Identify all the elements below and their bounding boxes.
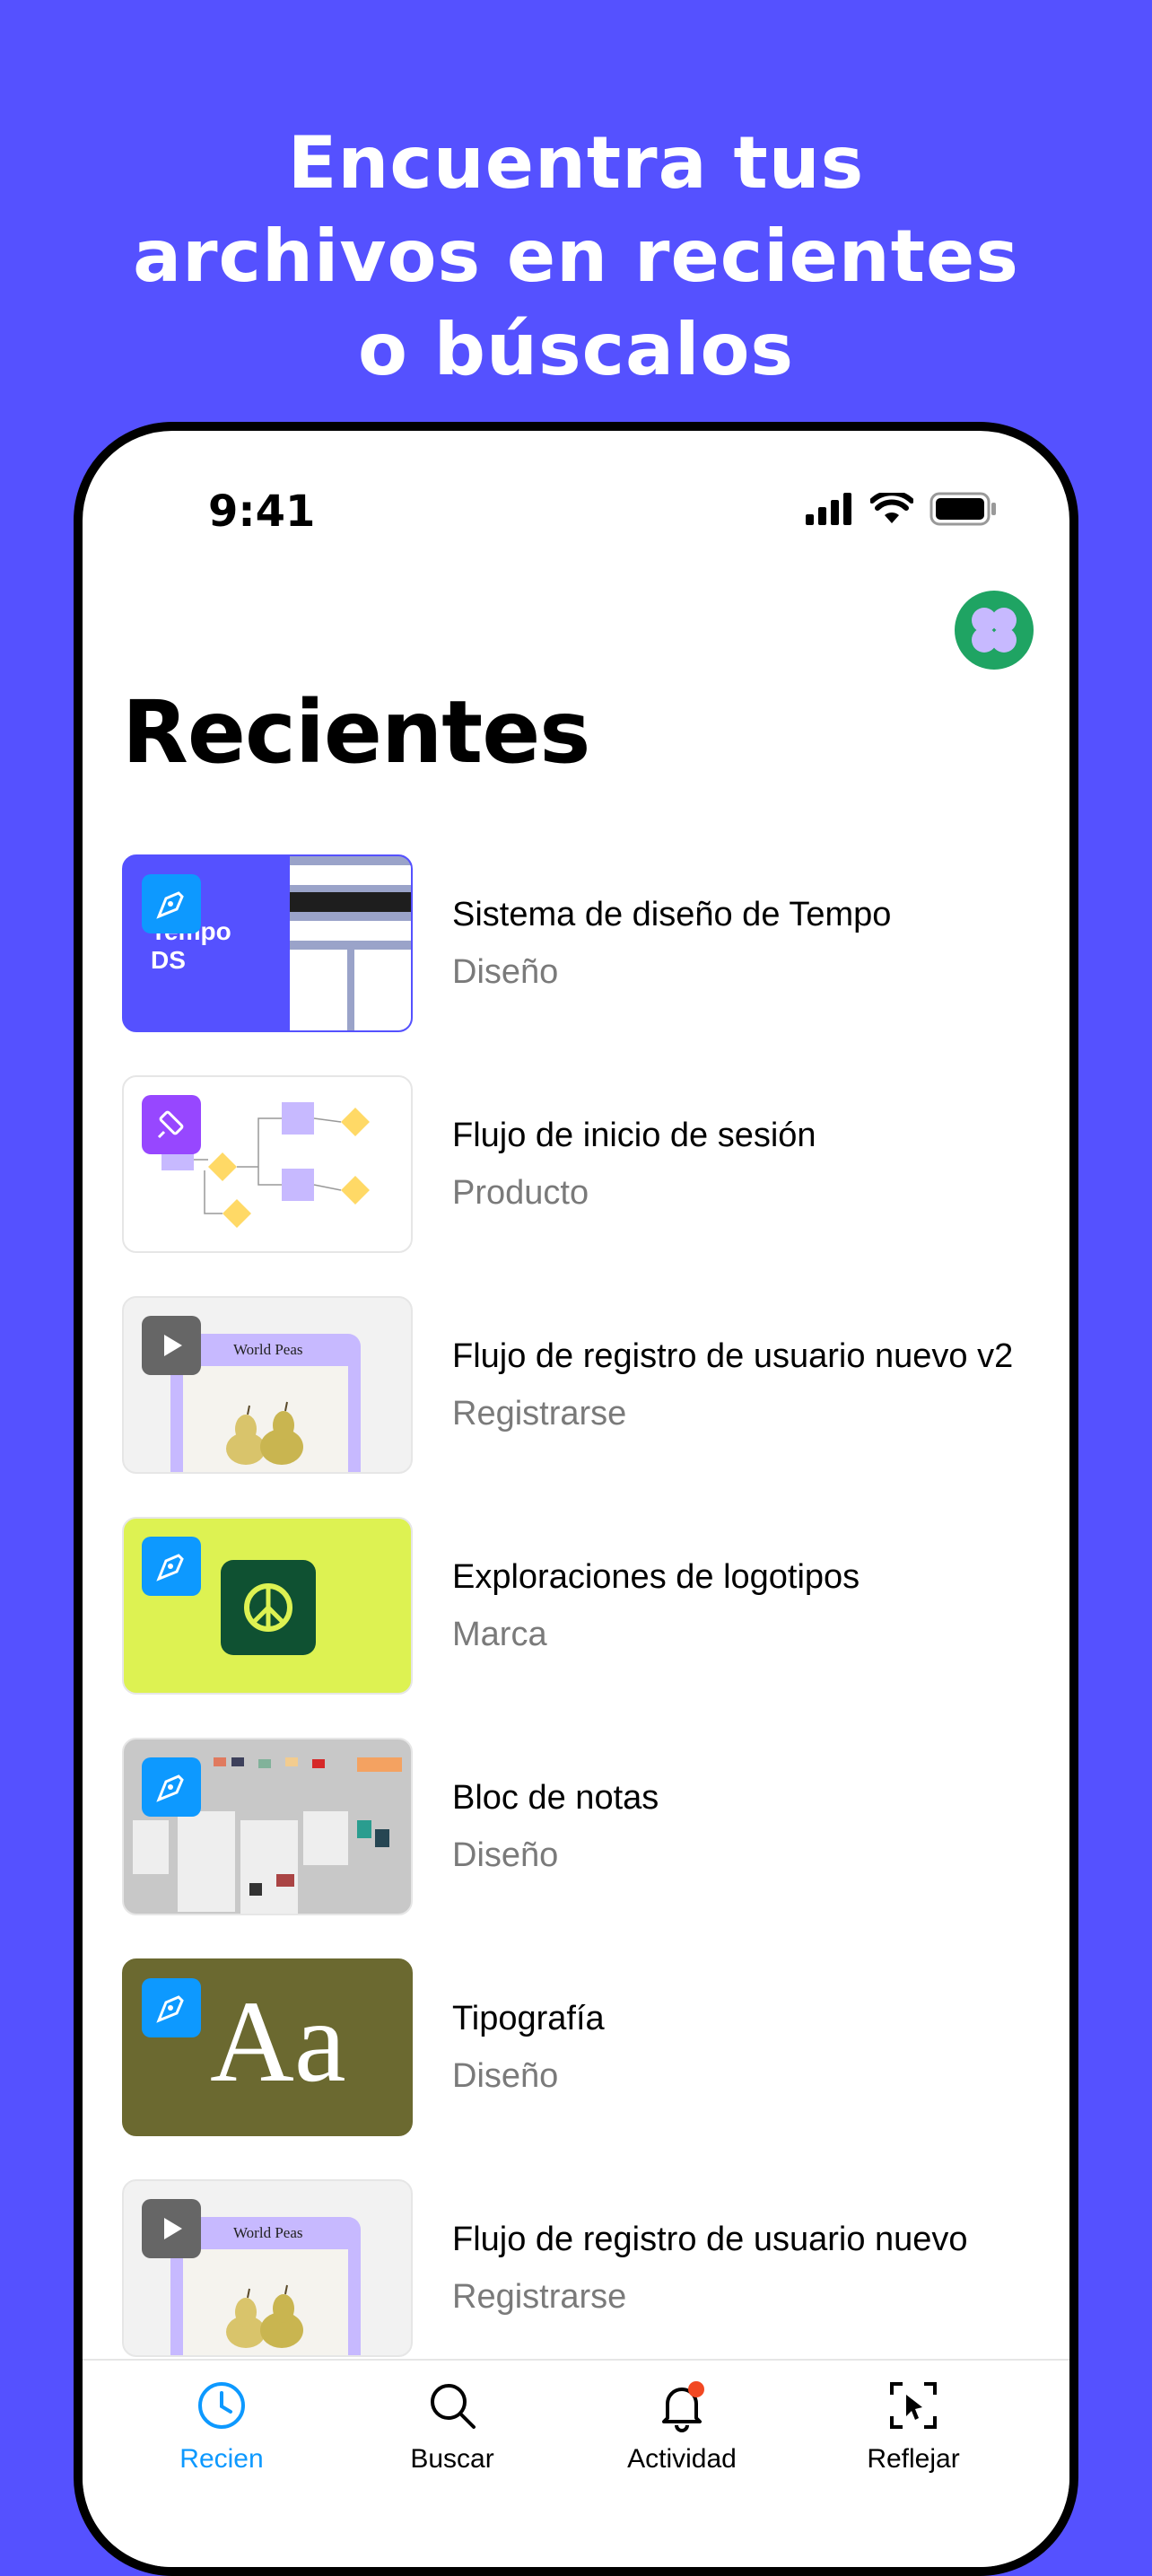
file-row[interactable]: Flujo de inicio de sesión Producto — [122, 1075, 1069, 1253]
tab-label: Actividad — [627, 2444, 737, 2474]
file-project: Diseño — [452, 1836, 559, 1874]
file-row[interactable]: World Peas Flujo de registro de usuario … — [122, 1296, 1069, 1474]
pen-icon — [142, 1757, 201, 1817]
pen-icon — [142, 1978, 201, 2037]
file-title: Bloc de notas — [452, 1779, 659, 1817]
tab-actividad[interactable]: Actividad — [592, 2379, 772, 2475]
file-row[interactable]: Aa Tipografía Diseño — [122, 1958, 1069, 2136]
file-project: Marca — [452, 1616, 547, 1653]
hero-line-2: archivos en recientes — [133, 215, 1019, 298]
clock-icon — [198, 2382, 245, 2429]
tab-label: Buscar — [410, 2444, 494, 2474]
tab-recientes[interactable]: Recien tes — [132, 2379, 311, 2475]
file-title: Flujo de registro de usuario nuevo — [452, 2221, 968, 2258]
file-thumbnail — [122, 1517, 413, 1695]
mirror-icon — [890, 2382, 937, 2429]
file-row[interactable]: Tempo DS Sistema de diseño de Tempo Dise… — [122, 854, 1069, 1032]
thumbnail-text: Aa — [210, 1977, 346, 2107]
thumbnail-text: World Peas — [233, 1341, 303, 1358]
avatar-flower-icon — [972, 608, 1017, 653]
hero-heading: Encuentra tus archivos en recientes o bú… — [0, 117, 1152, 397]
file-row[interactable]: Bloc de notas Diseño — [122, 1738, 1069, 1915]
play-icon — [142, 1316, 201, 1375]
file-project: Producto — [452, 1174, 589, 1212]
file-row[interactable]: World Peas Flujo de registro de usuario … — [122, 2179, 1069, 2357]
pear-image — [226, 2284, 303, 2348]
peace-logo-icon — [244, 1583, 292, 1632]
file-row[interactable]: Exploraciones de logotipos Marca — [122, 1517, 1069, 1695]
pen-icon — [142, 874, 201, 933]
thumbnail-preview — [290, 856, 411, 1030]
file-title: Flujo de registro de usuario nuevo v2 — [452, 1337, 1014, 1375]
file-project: Diseño — [452, 2057, 559, 2095]
file-thumbnail: World Peas — [122, 2179, 413, 2357]
bell-icon — [662, 2381, 704, 2432]
file-thumbnail: Aa — [122, 1958, 413, 2136]
file-thumbnail — [122, 1738, 413, 1915]
recent-files-list: Tempo DS Sistema de diseño de Tempo Dise… — [122, 854, 1069, 2400]
file-title: Sistema de diseño de Tempo — [452, 896, 892, 933]
hero-line-1: Encuentra tus — [287, 121, 865, 205]
wifi-icon — [870, 493, 913, 523]
file-thumbnail: Tempo DS — [122, 854, 413, 1032]
file-title: Flujo de inicio de sesión — [452, 1117, 816, 1154]
status-icons — [806, 486, 998, 531]
file-project: Diseño — [452, 953, 559, 991]
tab-reflejar[interactable]: Reflejar — [824, 2379, 1003, 2475]
file-project: Registrarse — [452, 2278, 627, 2316]
battery-icon — [929, 492, 996, 526]
logo-preview — [221, 1560, 316, 1655]
search-icon — [431, 2384, 476, 2429]
file-thumbnail — [122, 1075, 413, 1253]
phone-frame: 9:41 Recientes T — [74, 422, 1078, 2576]
pen-icon — [142, 1537, 201, 1596]
tab-bar: Recien tes Buscar Actividad Reflejar — [83, 2359, 1069, 2567]
page-title: Recientes — [122, 682, 590, 783]
marker-icon — [142, 1095, 201, 1154]
status-time: 9:41 — [208, 486, 316, 537]
pear-image — [226, 1401, 303, 1465]
avatar[interactable] — [955, 591, 1034, 670]
notification-dot — [688, 2381, 704, 2397]
file-title: Exploraciones de logotipos — [452, 1558, 860, 1596]
file-project: Registrarse — [452, 1395, 627, 1433]
signal-icon — [806, 493, 851, 525]
play-icon — [142, 2199, 201, 2258]
hero-line-3: o búscalos — [357, 308, 795, 391]
file-title: Tipografía — [452, 2000, 605, 2037]
tab-buscar[interactable]: Buscar — [362, 2379, 542, 2475]
tab-label: Reflejar — [867, 2444, 960, 2474]
thumbnail-text: World Peas — [233, 2224, 303, 2241]
file-thumbnail: World Peas — [122, 1296, 413, 1474]
tab-label: Recien tes — [179, 2444, 264, 2474]
